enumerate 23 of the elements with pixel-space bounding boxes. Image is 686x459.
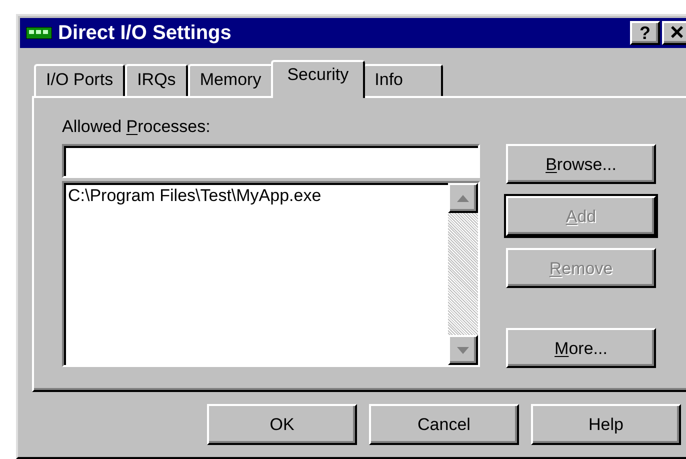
side-button[interactable]: Browse... [506,144,656,184]
close-button[interactable]: × [662,21,686,45]
scroll-down-button[interactable] [448,335,478,365]
scrollbar[interactable] [448,183,478,365]
tab[interactable]: Memory [188,64,274,96]
up-arrow-icon [457,194,469,202]
side-button[interactable]: More... [506,328,656,368]
tab[interactable]: I/O Ports [34,64,126,96]
allowed-processes-label: Allowed Processes: [62,118,212,135]
tab[interactable]: Info [362,64,443,96]
tab[interactable]: IRQs [125,64,188,96]
tab[interactable]: Security [271,60,365,98]
card-icon [26,27,52,39]
process-list-item[interactable]: C:\Program Files\Test\MyApp.exe [68,185,448,207]
dialog-button[interactable]: OK [207,404,357,445]
scroll-up-button[interactable] [448,183,478,213]
dialog-button[interactable]: Cancel [369,404,519,445]
window-title: Direct I/O Settings [58,23,232,43]
help-button[interactable]: ? [630,21,660,45]
dialog-button[interactable]: Help [531,404,681,445]
process-list[interactable]: C:\Program Files\Test\MyApp.exe [62,181,480,367]
process-input-field[interactable] [62,144,480,178]
down-arrow-icon [457,346,469,354]
